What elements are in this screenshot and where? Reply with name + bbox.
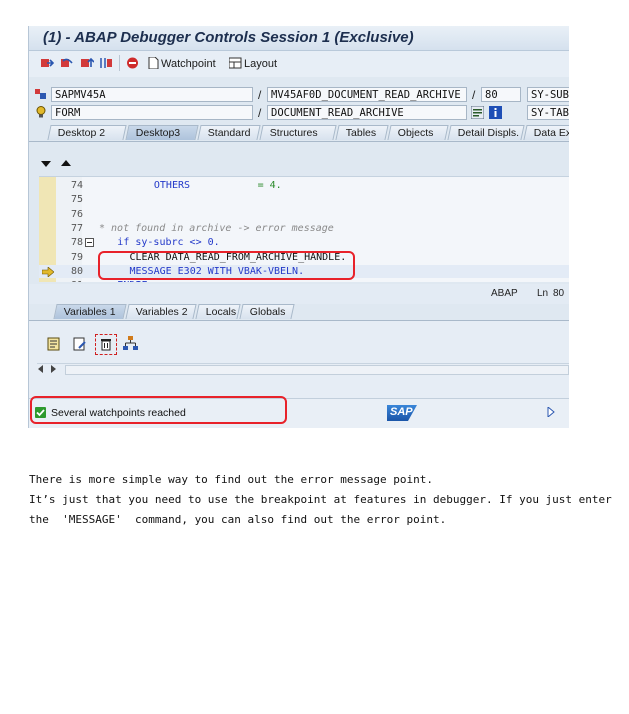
variables-list-icon[interactable] [47, 337, 61, 351]
program-field[interactable]: SAPMV45A [51, 87, 253, 102]
highlight-message-line [98, 251, 355, 280]
tab-label: Desktop3 [135, 127, 181, 139]
return-icon[interactable] [81, 57, 94, 69]
collapse-block-icon[interactable] [85, 238, 94, 248]
scroll-right-icon[interactable] [49, 365, 57, 373]
tab-detail-displs[interactable]: Detail Displs. [447, 125, 525, 140]
toolbar-divider [119, 55, 120, 71]
sap-logo: SAP [387, 405, 417, 421]
tab-label: Desktop 2 [57, 127, 106, 139]
title-bar: (1) - ABAP Debugger Controls Session 1 (… [29, 26, 569, 51]
subtab-globals[interactable]: Globals [239, 304, 295, 319]
watchpoint-icon[interactable] [147, 57, 160, 69]
line-number: 75 [70, 194, 83, 206]
event-name-field[interactable]: DOCUMENT_READ_ARCHIVE [267, 105, 467, 120]
triangle-down-icon[interactable] [41, 160, 51, 168]
include-field[interactable]: MV45AF0D_DOCUMENT_READ_ARCHIVE [267, 87, 467, 102]
tab-structures[interactable]: Structures [259, 125, 337, 140]
code-line[interactable]: 76 [39, 208, 569, 221]
tab-label: Data Explo [533, 127, 569, 139]
line-number: 79 [70, 251, 83, 263]
layout-icon[interactable] [229, 57, 242, 69]
tab-tables[interactable]: Tables [335, 125, 389, 140]
sysvar-field-2[interactable]: SY-TAB [527, 105, 569, 120]
code-text: * not found in archive -> error message [99, 222, 334, 234]
line-number: 81 [59, 279, 83, 282]
line-number: 74 [70, 180, 83, 191]
context-row-event: FORM / DOCUMENT_READ_ARCHIVE SY-TAB [29, 105, 569, 121]
line-number: 76 [70, 208, 83, 220]
tab-label: Tables [345, 127, 377, 139]
language-label: ABAP [491, 288, 518, 299]
tab-label: Structures [269, 127, 318, 139]
code-line[interactable]: 74 OTHERS = 4. [39, 179, 569, 192]
code-line[interactable]: 75 [39, 193, 569, 206]
code-value: = 4. [257, 180, 282, 191]
current-line-arrow-icon [42, 266, 54, 277]
tab-desktop3[interactable]: Desktop3 [125, 125, 199, 140]
line-number: 77 [70, 222, 83, 234]
triangle-up-icon[interactable] [61, 159, 71, 167]
highlight-status-message [30, 396, 287, 424]
cursor-line-label: Ln [537, 288, 549, 299]
tab-label: Detail Displs. [457, 127, 520, 139]
toolbar: Watchpoint Layout [29, 51, 569, 77]
trash-icon[interactable] [99, 337, 113, 351]
subtab-variables-1[interactable]: Variables 1 [53, 304, 127, 319]
continue-icon[interactable] [99, 57, 112, 69]
line-number: 78 [70, 237, 83, 249]
watchpoint-button[interactable]: Watchpoint [161, 58, 216, 70]
subtab-variables-2[interactable]: Variables 2 [125, 304, 197, 319]
editor-status-line: ABAP Ln 80 [29, 284, 569, 304]
variable-tabs: Variables 1 Variables 2 Locals Globals [29, 304, 569, 320]
divider [37, 363, 569, 364]
code-text: OTHERS [153, 180, 191, 191]
hierarchy-icon[interactable] [123, 336, 139, 351]
line-number: 80 [70, 265, 83, 277]
step-into-icon[interactable] [41, 57, 54, 69]
event-type-field[interactable]: FORM [51, 105, 253, 120]
context-row-program: SAPMV45A / MV45AF0D_DOCUMENT_READ_ARCHIV… [29, 87, 569, 103]
tab-label: Objects [397, 127, 434, 139]
tab-label: Standard [207, 127, 251, 139]
slash-separator: / [472, 88, 476, 102]
desktop-tabs: Desktop 2 Desktop3 Standard Structures Table… [29, 125, 569, 141]
sysvar-field-1[interactable]: SY-SUB [527, 87, 569, 102]
play-icon[interactable] [547, 407, 555, 417]
line-field[interactable]: 80 [481, 87, 521, 102]
layout-button[interactable]: Layout [244, 58, 277, 70]
subtab-label: Globals [249, 306, 286, 318]
subtab-label: Variables 1 [63, 306, 116, 318]
source-display-icon[interactable] [471, 106, 484, 119]
program-icon [35, 89, 46, 99]
tab-data-explo[interactable]: Data Explo [523, 125, 569, 140]
subtab-label: Variables 2 [135, 306, 188, 318]
slash-separator: / [258, 88, 262, 102]
paragraph-line-3: the 'MESSAGE' command, you can also find… [29, 513, 447, 526]
cursor-line-value: 80 [553, 288, 565, 299]
scroll-left-icon[interactable] [37, 365, 45, 373]
bulb-icon [36, 106, 46, 118]
debugger-window: (1) - ABAP Debugger Controls Session 1 (… [28, 26, 569, 428]
paragraph-line-2: It’s just that you need to use the break… [29, 493, 612, 506]
source-code-pane: 74 OTHERS = 4. 75 76 77 * not found in archive… [29, 141, 569, 312]
stop-icon[interactable] [126, 57, 139, 69]
edit-variable-icon[interactable] [73, 337, 87, 351]
horizontal-scrollbar[interactable] [65, 365, 569, 375]
tab-standard[interactable]: Standard [197, 125, 261, 140]
code-line[interactable]: 77 * not found in archive -> error messag… [39, 222, 569, 235]
subtab-label: Locals [205, 306, 237, 318]
window-title: (1) - ABAP Debugger Controls Session 1 (… [43, 29, 414, 46]
code-text: if sy-subrc <> 0. [117, 237, 220, 249]
slash-separator: / [258, 106, 262, 120]
tab-objects[interactable]: Objects [387, 125, 449, 140]
tab-desktop-2[interactable]: Desktop 2 [47, 125, 127, 140]
info-icon[interactable] [489, 106, 502, 119]
paragraph-line-1: There is more simple way to find out the… [29, 473, 433, 486]
subtab-locals[interactable]: Locals [195, 304, 241, 319]
step-over-icon[interactable] [61, 57, 74, 69]
code-line[interactable]: 78 if sy-subrc <> 0. [39, 236, 569, 249]
